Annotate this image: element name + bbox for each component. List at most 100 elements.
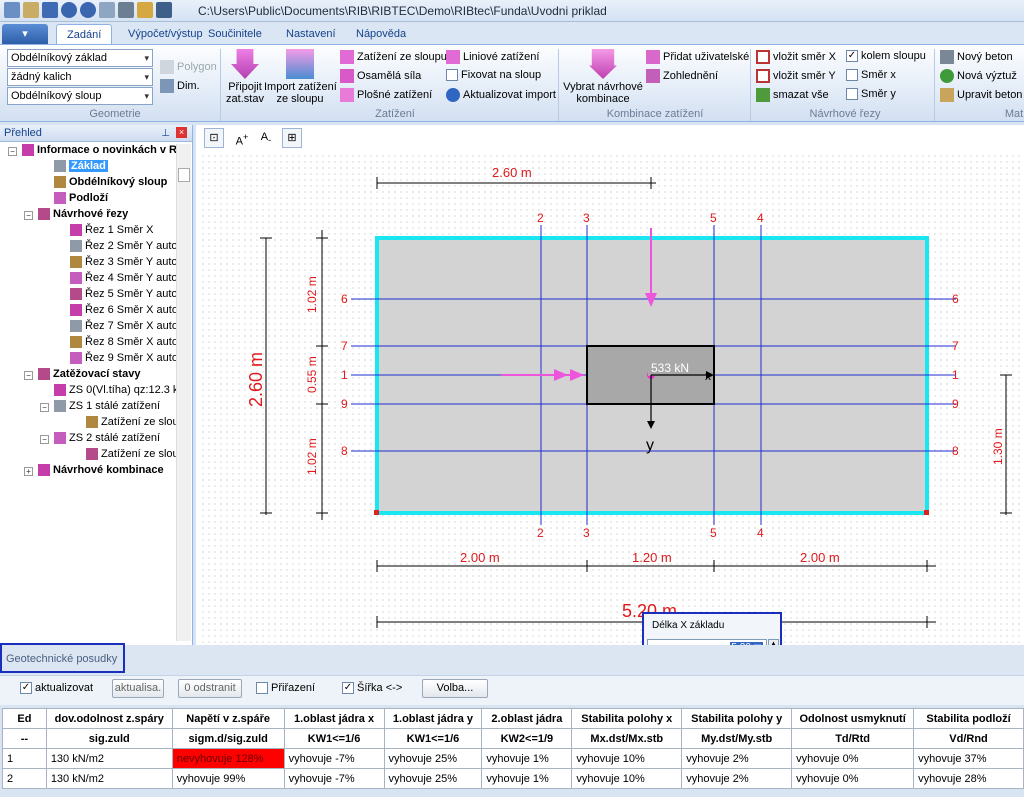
table-cell[interactable]: vyhovuje 0% <box>791 768 915 789</box>
tree-item[interactable]: Řez 1 Směr X <box>70 224 153 236</box>
aktualizace-button[interactable]: aktualisa. <box>112 679 164 698</box>
tree-item[interactable]: Návrhové řezy <box>38 208 128 220</box>
tree-item[interactable]: ZS 1 stálé zatížení <box>54 400 160 412</box>
smazat-vse-button[interactable]: smazat vše <box>756 88 829 102</box>
tree-scrollbar[interactable] <box>176 144 191 641</box>
close-icon[interactable]: × <box>176 127 187 138</box>
print-icon[interactable] <box>118 2 134 18</box>
scrollbar-thumb[interactable] <box>178 168 190 182</box>
tab-soucinitele[interactable]: Součinitele <box>198 24 272 44</box>
kolem-checkbox-box[interactable]: ✓ <box>846 50 858 62</box>
column-header[interactable]: Odolnost usmyknutí <box>791 708 915 729</box>
table-cell[interactable]: vyhovuje 10% <box>571 768 683 789</box>
file-menu-button[interactable]: ▾ <box>2 24 48 44</box>
table-cell[interactable]: 1 <box>2 748 47 769</box>
table-cell[interactable]: vyhovuje -7% <box>283 768 385 789</box>
tree-expander[interactable]: − <box>40 403 49 412</box>
tree-item[interactable]: ZS 0(Vl.tíha) qz:12.3 kN <box>54 384 186 396</box>
undo-icon[interactable] <box>61 2 77 18</box>
column-header[interactable]: Stabilita polohy x <box>571 708 683 729</box>
tree-item[interactable]: Podloží <box>54 192 108 204</box>
column-header[interactable]: dov.odolnost z.spáry <box>45 708 173 729</box>
table-row[interactable]: 2 130 kN/m2 vyhovuje 99% vyhovuje -7% vyhovu… <box>2 768 1024 789</box>
tree-item[interactable]: Řez 8 Směr X auto. <box>70 336 181 348</box>
zatizeni-ze-sloupu-button[interactable]: Zatížení ze sloupu <box>340 50 447 64</box>
tree-item[interactable]: Řez 5 Směr Y auto. <box>70 288 181 300</box>
smer-x-checkbox[interactable]: Směr x <box>846 69 896 81</box>
aktualizovat-import-button[interactable]: Aktualizovat import <box>446 88 556 102</box>
upravit-beton-button[interactable]: Upravit beton <box>940 88 1022 102</box>
table-cell[interactable]: vyhovuje 2% <box>681 748 793 769</box>
tree-expander[interactable]: − <box>24 211 33 220</box>
odstranit-button[interactable]: 0 odstranit <box>178 679 242 698</box>
open-icon[interactable] <box>23 2 39 18</box>
sirka-checkbox-box[interactable]: ✓ <box>342 682 354 694</box>
liniove-zatizeni-button[interactable]: Liniové zatížení <box>446 50 539 64</box>
vybrat-kombinace-button[interactable]: Vybrat návrhové kombinace <box>562 49 644 105</box>
tab-zadani[interactable]: Zadání <box>56 24 113 44</box>
tree-item[interactable]: Základ <box>54 160 108 172</box>
fixovat-checkbox-box[interactable] <box>446 69 458 81</box>
tree-expander[interactable]: − <box>40 435 49 444</box>
table-cell[interactable]: vyhovuje 2% <box>681 768 793 789</box>
copy-icon[interactable] <box>99 2 115 18</box>
tree-expander[interactable]: − <box>8 147 17 156</box>
prirazeni-checkbox-box[interactable] <box>256 682 268 694</box>
aktualizovat-checkbox-box[interactable]: ✓ <box>20 682 32 694</box>
tree-item[interactable]: Informace o novinkách v RI <box>22 144 180 156</box>
column-header[interactable]: Stabilita podloží <box>913 708 1024 729</box>
column-header[interactable]: 1.oblast jádra y <box>383 708 483 729</box>
column-header[interactable]: Napětí v z.spáře <box>171 708 285 729</box>
table-cell[interactable]: 2 <box>2 768 47 789</box>
tree-item[interactable]: Řez 2 Směr Y auto. <box>70 240 181 252</box>
smer-x-checkbox-box[interactable] <box>846 69 858 81</box>
tab-nastaveni[interactable]: Nastavení <box>276 24 346 44</box>
app-icon[interactable] <box>4 2 20 18</box>
export-icon[interactable] <box>137 2 153 18</box>
table-cell[interactable]: vyhovuje -7% <box>283 748 385 769</box>
table-cell[interactable]: vyhovuje 37% <box>913 748 1024 769</box>
pridat-uzivatelske-button[interactable]: Přidat uživatelské <box>646 50 749 64</box>
column-header[interactable]: Stabilita polohy y <box>681 708 793 729</box>
novy-beton-button[interactable]: Nový beton <box>940 50 1013 64</box>
redo-icon[interactable] <box>80 2 96 18</box>
zohledneni-button[interactable]: Zohlednění <box>646 69 718 83</box>
tree-item[interactable]: Řez 7 Směr X auto. <box>70 320 181 332</box>
polygon-button[interactable]: Polygon <box>160 60 217 74</box>
tree-item[interactable]: Řez 6 Směr X auto. <box>70 304 181 316</box>
osamela-sila-button[interactable]: Osamělá síla <box>340 69 421 83</box>
tree-expander[interactable]: + <box>24 467 33 476</box>
smer-y-checkbox[interactable]: Směr y <box>846 88 896 100</box>
tree-item[interactable]: Návrhové kombinace <box>38 464 164 476</box>
table-cell[interactable]: vyhovuje 99% <box>171 768 285 789</box>
plosne-zatizeni-button[interactable]: Plošné zatížení <box>340 88 432 102</box>
fixovat-na-sloup-checkbox[interactable]: Fixovat na sloup <box>446 69 541 81</box>
column-header[interactable]: 1.oblast jádra x <box>283 708 385 729</box>
column-header[interactable]: 2.oblast jádra <box>481 708 573 729</box>
table-cell[interactable]: 130 kN/m2 <box>45 748 173 769</box>
nova-vyztuz-button[interactable]: Nová výztuž <box>940 69 1017 83</box>
tree-item[interactable]: Obdélníkový sloup <box>54 176 167 188</box>
table-cell[interactable]: vyhovuje 25% <box>383 748 483 769</box>
tree-item[interactable]: Řez 3 Směr Y auto. <box>70 256 181 268</box>
geotech-tab[interactable]: Geotechnické posudky <box>0 643 125 673</box>
save-icon[interactable] <box>42 2 58 18</box>
tree-item[interactable]: Řez 4 Směr Y auto. <box>70 272 181 284</box>
table-cell[interactable]: 130 kN/m2 <box>45 768 173 789</box>
drawing-area[interactable]: ⊡ A+ A- ⊞ 2 3 5 4 2 3 5 4 6 7 1 9 8 6 7 … <box>196 125 1024 645</box>
import-zatizeni-button[interactable]: Import zatížení ze sloupu <box>264 49 337 105</box>
sirka-checkbox[interactable]: ✓ Šířka <-> <box>342 682 402 694</box>
pin-icon[interactable]: ⊥ <box>161 126 170 142</box>
tab-napoveda[interactable]: Nápověda <box>346 24 416 44</box>
table-cell[interactable]: nevyhovuje 128% <box>171 748 285 769</box>
table-cell[interactable]: vyhovuje 1% <box>481 748 573 769</box>
pripojit-zat-stav-button[interactable]: Připojit zat.stav <box>224 49 266 105</box>
table-row[interactable]: 1 130 kN/m2 nevyhovuje 128% vyhovuje -7% vyh… <box>2 748 1024 769</box>
shield-icon[interactable] <box>156 2 172 18</box>
table-cell[interactable]: vyhovuje 1% <box>481 768 573 789</box>
kolem-sloupu-checkbox[interactable]: ✓ kolem sloupu <box>846 50 926 62</box>
smer-y-checkbox-box[interactable] <box>846 88 858 100</box>
table-cell[interactable]: vyhovuje 10% <box>571 748 683 769</box>
dim-button[interactable]: Dim. <box>160 79 200 93</box>
column-header[interactable]: Ed <box>2 708 47 729</box>
